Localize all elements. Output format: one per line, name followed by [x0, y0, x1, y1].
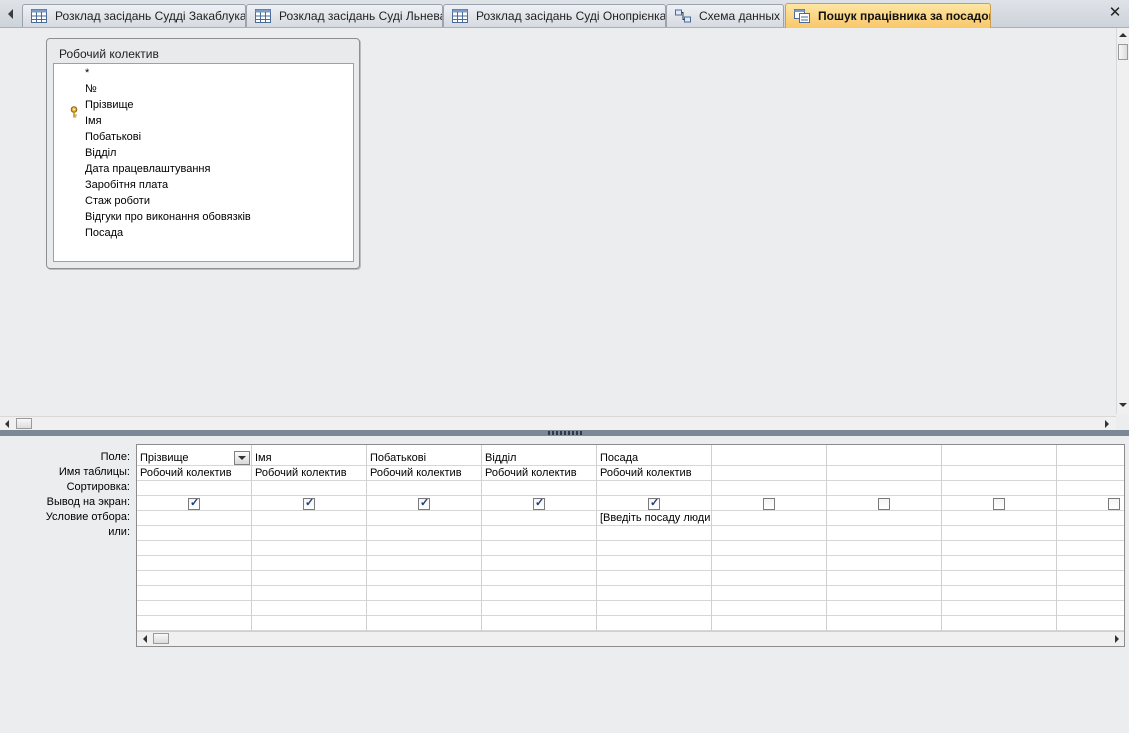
field-item-all[interactable]: *: [85, 65, 89, 81]
grid-field-cell[interactable]: Відділ: [482, 451, 596, 466]
row-label-field: Поле:: [100, 451, 130, 463]
chevron-down-icon: [238, 456, 246, 460]
field-item-name[interactable]: Імя: [85, 113, 102, 129]
tab-scroll-left-button[interactable]: [0, 4, 20, 24]
grid-table-cell[interactable]: Робочий колектив: [137, 466, 251, 481]
show-checkbox[interactable]: [878, 498, 890, 510]
close-document-button[interactable]: ✕: [1107, 5, 1123, 21]
arrow-up-icon: [1119, 33, 1127, 37]
tab-label: Розклад засідань Суді Онопрієнка: [476, 9, 666, 23]
grid-scroll-left-button[interactable]: [137, 632, 152, 646]
field-item-department[interactable]: Відділ: [85, 145, 116, 161]
row-label-show: Вывод на экран:: [46, 496, 130, 508]
grid-horizontal-scroll-thumb[interactable]: [153, 633, 169, 644]
show-checkbox[interactable]: [763, 498, 775, 510]
primary-key-icon: [70, 106, 78, 118]
arrow-left-icon: [142, 635, 147, 643]
show-checkbox[interactable]: [648, 496, 660, 510]
show-checkbox[interactable]: [418, 496, 430, 510]
table-icon: [31, 9, 47, 23]
grid-table-cell[interactable]: Робочий колектив: [252, 466, 366, 481]
grid-table-cell[interactable]: Робочий колектив: [597, 466, 711, 481]
tab-schedule-onopriienko[interactable]: Розклад засідань Суді Онопрієнка: [443, 4, 666, 27]
grid-table-cell[interactable]: Робочий колектив: [367, 466, 481, 481]
arrow-left-icon: [7, 9, 13, 19]
field-item-patronymic[interactable]: Побатькові: [85, 129, 141, 145]
vertical-scroll-thumb[interactable]: [1118, 44, 1128, 60]
scroll-right-button[interactable]: [1100, 417, 1114, 430]
arrow-left-icon: [5, 419, 9, 428]
grid-horizontal-scrollbar[interactable]: [137, 631, 1124, 646]
table-box-title: Робочий колектив: [59, 47, 159, 61]
tab-label: Розклад засідань Суді Льнева: [279, 9, 443, 23]
field-item-salary[interactable]: Заробітня плата: [85, 177, 168, 193]
tab-schedule-lnev[interactable]: Розклад засідань Суді Льнева: [246, 4, 443, 27]
grid-table-cell[interactable]: Робочий колектив: [482, 466, 596, 481]
table-icon: [255, 9, 271, 23]
tab-label: Розклад засідань Судді Закаблука: [55, 9, 246, 23]
query-icon: [794, 9, 810, 23]
upper-pane-vertical-scrollbar[interactable]: [1116, 28, 1129, 414]
design-grid[interactable]: Прізвище Робочий колектив Імя Робочий ко…: [136, 444, 1125, 647]
close-icon: ✕: [1108, 4, 1122, 21]
tab-label: Пошук працівника за посадою: [818, 9, 991, 23]
scroll-left-button[interactable]: [0, 417, 14, 430]
grid-field-cell[interactable]: Прізвище: [137, 451, 235, 466]
field-item-feedback[interactable]: Відгуки про виконання обовязків: [85, 209, 251, 225]
tab-query-search-by-position[interactable]: Пошук працівника за посадою: [785, 3, 991, 28]
field-dropdown-button[interactable]: [234, 451, 250, 465]
row-label-or: или:: [108, 526, 130, 538]
grid-scroll-right-button[interactable]: [1109, 632, 1124, 646]
show-checkbox[interactable]: [303, 496, 315, 510]
field-item-hire-date[interactable]: Дата працевлаштування: [85, 161, 210, 177]
field-list: * № Прізвище Імя Побатькові Відділ Дата …: [53, 63, 354, 262]
field-item-experience[interactable]: Стаж роботи: [85, 193, 150, 209]
arrow-right-icon: [1105, 419, 1109, 428]
show-checkbox[interactable]: [993, 498, 1005, 510]
table-icon: [452, 9, 468, 23]
grid-field-cell[interactable]: Посада: [597, 451, 711, 466]
table-field-list-window[interactable]: Робочий колектив * № Прізвище Імя Побать…: [46, 38, 360, 269]
grid-field-cell[interactable]: Імя: [252, 451, 366, 466]
splitter-grip-icon: [548, 431, 582, 435]
arrow-right-icon: [1114, 635, 1119, 643]
show-checkbox[interactable]: [1108, 498, 1120, 510]
query-design-grid-pane: Поле: Имя таблицы: Сортировка: Вывод на …: [0, 436, 1129, 733]
row-label-criteria: Условие отбора:: [45, 511, 130, 523]
row-label-table: Имя таблицы:: [58, 466, 130, 478]
upper-pane-horizontal-scrollbar[interactable]: [0, 416, 1116, 430]
query-design-upper-pane: Робочий колектив * № Прізвище Імя Побать…: [0, 28, 1116, 416]
tab-label: Схема данных: [699, 9, 781, 23]
arrow-down-icon: [1119, 403, 1127, 407]
field-item-position[interactable]: Посада: [85, 225, 123, 241]
scroll-up-button[interactable]: [1117, 28, 1129, 42]
relationships-icon: [675, 9, 691, 23]
show-checkbox[interactable]: [188, 496, 200, 510]
tab-schedule-zakabluk[interactable]: Розклад засідань Судді Закаблука: [22, 4, 246, 27]
field-item-number[interactable]: №: [85, 81, 97, 97]
horizontal-scroll-thumb[interactable]: [16, 418, 32, 429]
field-item-surname[interactable]: Прізвище: [85, 97, 134, 113]
tab-relationships[interactable]: Схема данных: [666, 4, 784, 27]
row-label-sort: Сортировка:: [66, 481, 130, 493]
document-tab-bar: Розклад засідань Судді Закаблука Розклад…: [0, 0, 1129, 28]
grid-field-cell[interactable]: Побатькові: [367, 451, 481, 466]
scroll-down-button[interactable]: [1117, 398, 1129, 412]
show-checkbox[interactable]: [533, 496, 545, 510]
grid-criteria-cell[interactable]: [Введіть посаду люди: [597, 511, 711, 526]
